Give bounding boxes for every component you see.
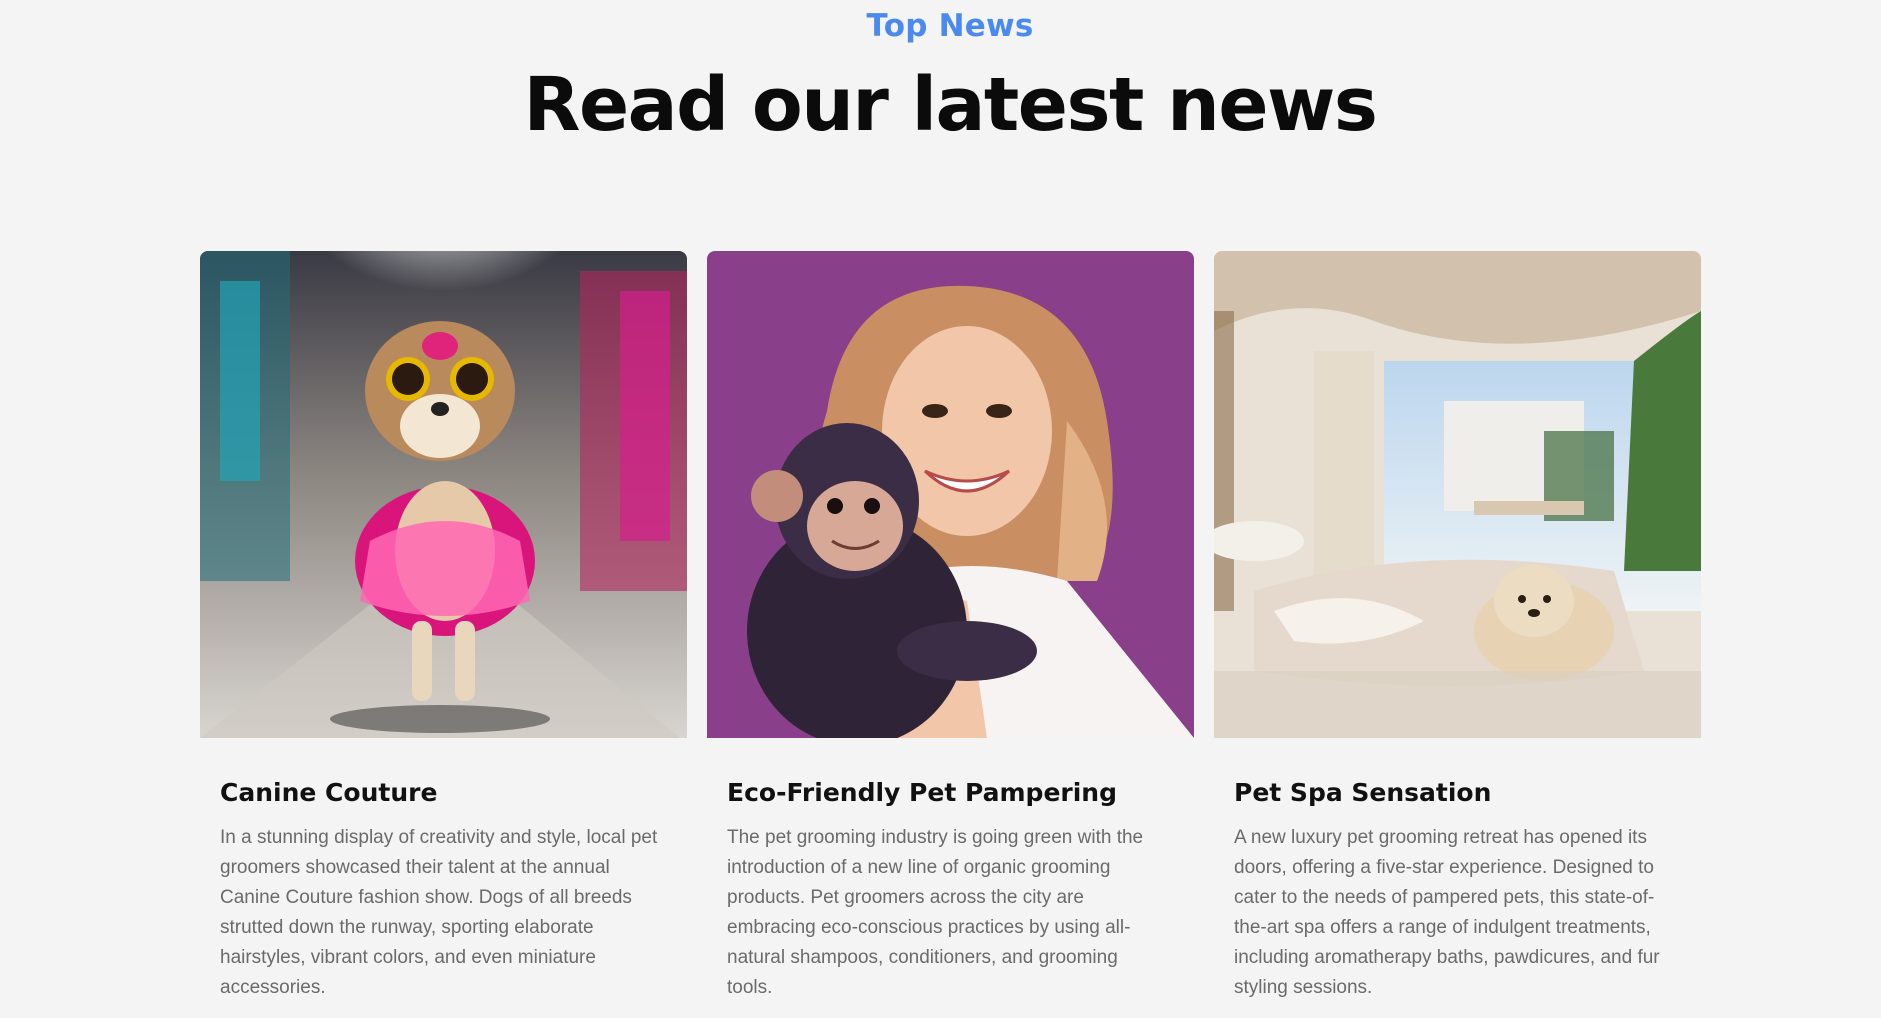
card-title[interactable]: Pet Spa Sensation — [1234, 778, 1701, 807]
news-section: Top News Read our latest news Canine Cou… — [0, 0, 1881, 1018]
section-eyebrow: Top News — [866, 8, 1034, 44]
card-title[interactable]: Canine Couture — [220, 778, 687, 807]
card-text: The pet grooming industry is going green… — [727, 827, 1144, 998]
luxury-pet-spa-image[interactable] — [1214, 251, 1701, 738]
card-text: A new luxury pet grooming retreat has op… — [1234, 827, 1660, 998]
luxury-pet-spa-illustration — [1214, 251, 1701, 738]
woman-with-chimp-image[interactable] — [707, 251, 1194, 738]
news-card[interactable]: Eco-Friendly Pet Pampering The pet groom… — [707, 251, 1194, 1003]
dog-fashion-runway-image[interactable] — [200, 251, 687, 738]
card-title[interactable]: Eco-Friendly Pet Pampering — [727, 778, 1194, 807]
news-card[interactable]: Canine Couture In a stunning display of … — [200, 251, 687, 1003]
section-title: Read our latest news — [523, 62, 1378, 148]
dog-fashion-runway-illustration — [200, 251, 687, 738]
card-text: In a stunning display of creativity and … — [220, 827, 658, 998]
woman-with-chimp-illustration — [707, 251, 1194, 738]
news-card[interactable]: Pet Spa Sensation A new luxury pet groom… — [1214, 251, 1701, 1003]
